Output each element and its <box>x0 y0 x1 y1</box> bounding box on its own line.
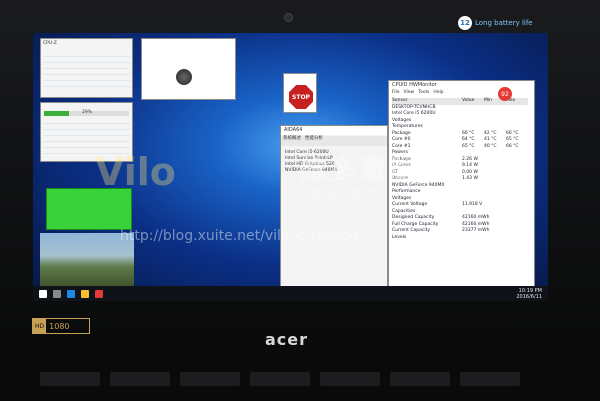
keyboard-key <box>320 372 380 386</box>
search-icon[interactable] <box>53 289 61 298</box>
progress-bar: 29% <box>44 110 129 116</box>
webcam-icon <box>284 13 293 22</box>
hwmonitor-window[interactable]: CPUID HWMonitor File View Tools Help Sen… <box>388 80 535 296</box>
menu-view[interactable]: View <box>404 90 415 96</box>
hd-sticker: HD 1080 <box>32 318 90 334</box>
menu-help[interactable]: Help <box>433 90 443 96</box>
keyboard-key <box>40 372 100 386</box>
keyboard-key <box>110 372 170 386</box>
audio-window[interactable] <box>141 38 236 100</box>
cpuz-title: CPU-Z <box>43 41 57 46</box>
clock: 10:19 PM 2016/6/11 <box>516 287 542 300</box>
aida-tab-1[interactable]: 性能分析 <box>305 136 323 146</box>
keyboard-key <box>460 372 520 386</box>
cpu-stats-window[interactable]: CPU-Z <box>40 38 133 98</box>
aida-title: AIDA64 <box>281 126 387 135</box>
taskbar: 10:19 PM 2016/6/11 <box>33 286 548 301</box>
start-icon[interactable] <box>39 289 47 298</box>
keyboard-key <box>180 372 240 386</box>
speaker-icon <box>176 69 192 85</box>
battery-hours-badge: 12 <box>458 16 472 30</box>
watermark-cn: 維多電腦 <box>300 156 421 186</box>
aida-tab-0[interactable]: 系统概述 <box>283 136 301 146</box>
stop-button[interactable]: STOP <box>289 85 313 109</box>
menu-tools[interactable]: Tools <box>418 90 429 96</box>
hwmonitor-title: CPUID HWMonitor <box>389 81 534 90</box>
table-row[interactable]: Levels <box>392 235 528 242</box>
keyboard-key <box>390 372 450 386</box>
keyboard-key <box>250 372 310 386</box>
acer-logo: acer <box>265 330 309 349</box>
stress-test-green-window <box>46 188 132 230</box>
battery-logo: 12 Long battery life <box>458 16 533 30</box>
progress-label: 29% <box>82 110 93 115</box>
edge-icon[interactable] <box>67 289 75 298</box>
watermark-logo: Vilo <box>95 150 176 194</box>
folder-icon[interactable] <box>81 289 89 298</box>
watermark-url: http://blog.xuite.net/vilo3c/twblog <box>120 228 358 244</box>
watermark-sub: 專業.誠信.透明化 <box>300 187 384 200</box>
temperature-badge: 92 <box>498 87 512 101</box>
menu-file[interactable]: File <box>392 90 400 96</box>
app-icon[interactable] <box>95 289 103 298</box>
battery-text: Long battery life <box>475 19 533 27</box>
